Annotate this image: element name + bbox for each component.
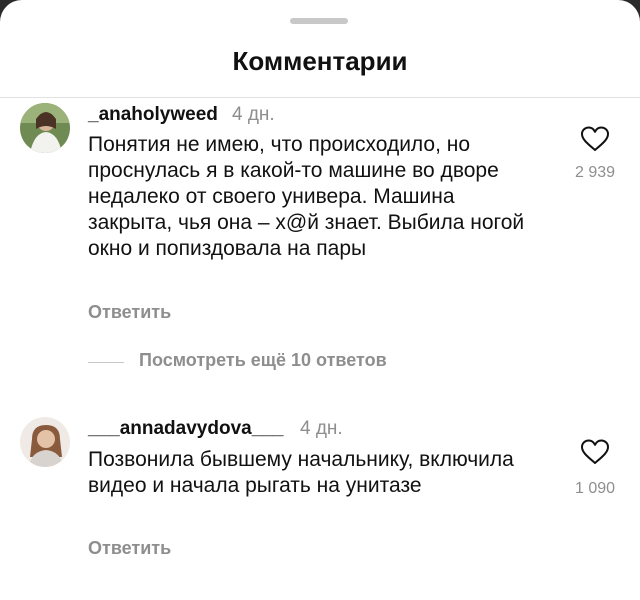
view-more-line [88,362,124,363]
comment-username[interactable]: ___annadavydova___ [88,418,283,440]
page-title: Комментарии [232,46,408,76]
comment-text: Позвонила бывшему начальнику, включила в… [88,448,514,497]
avatar[interactable] [20,417,70,467]
heart-outline-icon[interactable] [580,125,610,153]
heart-outline-icon[interactable] [580,438,610,466]
view-more-replies-button[interactable]: Посмотреть ещё 10 ответов [139,350,387,371]
comment-time: 4 дн. [300,418,343,439]
comment-username[interactable]: _anaholyweed [88,104,218,126]
comment-time: 4 дн. [232,104,275,125]
like-count: 1 090 [574,480,616,497]
avatar[interactable] [20,103,70,153]
comment-text: Понятия не имею, что происходило, но про… [88,133,525,260]
reply-button[interactable]: Ответить [88,538,171,559]
drag-handle[interactable] [290,18,348,24]
like-count: 2 939 [574,164,616,181]
reply-button[interactable]: Ответить [88,302,171,323]
comments-sheet: Комментарии _anaholyweed 4 дн. Понятия н… [0,0,640,600]
header-divider [0,97,640,98]
